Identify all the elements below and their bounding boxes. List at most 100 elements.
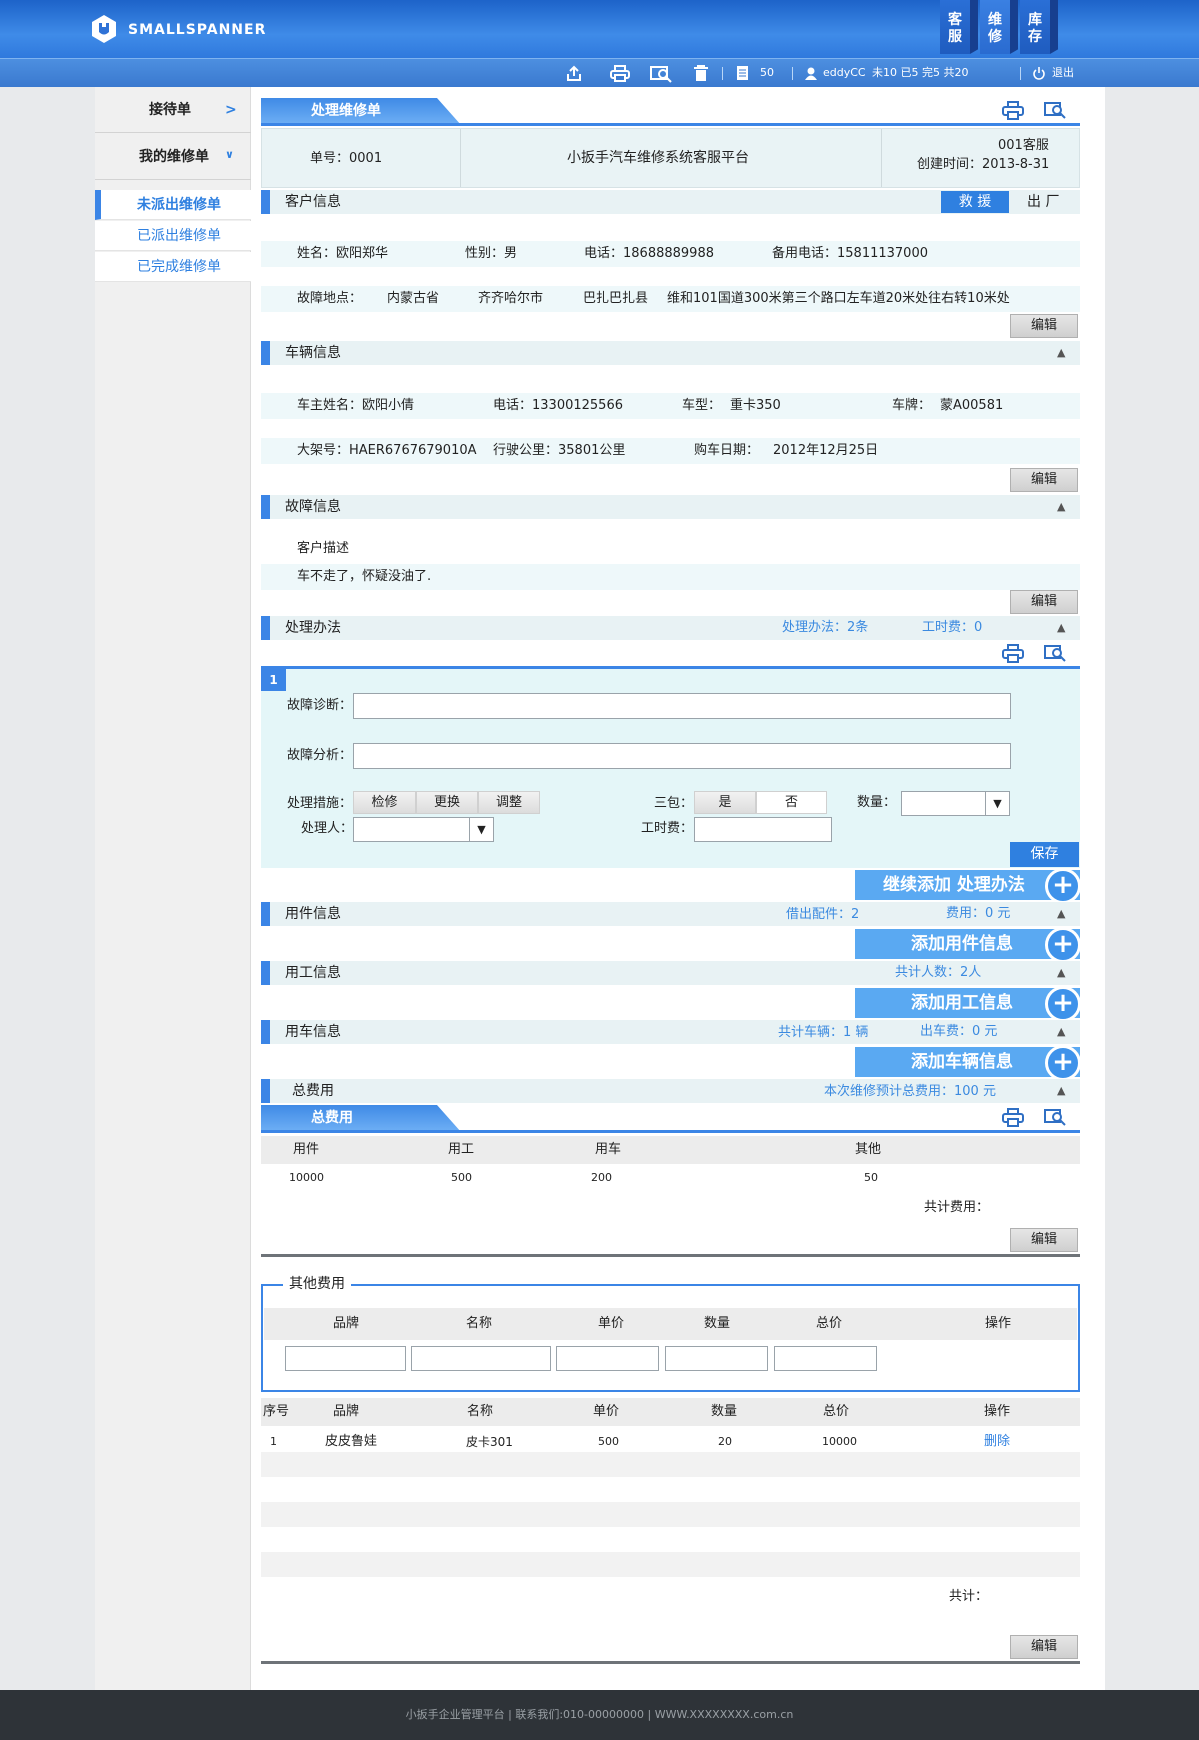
other-total-input[interactable] (774, 1346, 877, 1371)
method-fee: 工时费：0 (922, 620, 983, 635)
trash-icon[interactable] (693, 64, 709, 82)
collapse-icon[interactable]: ▲ (1057, 1025, 1065, 1038)
labor-fee-input[interactable] (694, 817, 832, 842)
dropdown-icon: ▼ (469, 818, 493, 841)
logout-link[interactable]: 退出 (1052, 63, 1074, 83)
dropdown-icon: ▼ (985, 792, 1009, 815)
other-header: 名称 (466, 1316, 493, 1331)
sidebar: 接待单 > 我的维修单 ∨ 未派出维修单 已派出维修单 已完成维修单 (95, 87, 251, 1690)
rescue-button[interactable]: 救 援 (941, 191, 1009, 213)
vehicle-vin: 大架号：HAER6767679010A (297, 443, 477, 458)
topnav-label: 库 存 (1028, 12, 1042, 45)
other-edit-button[interactable]: 编辑 (1010, 1635, 1078, 1659)
topnav-customer-service[interactable]: 客 服 (940, 0, 970, 54)
other-name-input[interactable] (411, 1346, 551, 1371)
total-section-title: 总费用 (292, 1083, 334, 1099)
plus-icon[interactable]: + (1045, 986, 1081, 1022)
created-time: 创建时间：2013-8-31 (917, 157, 1050, 172)
print-icon[interactable] (1002, 1108, 1024, 1128)
owner-phone: 电话：13300125566 (493, 398, 623, 413)
car-fee: 出车费：0 元 (920, 1024, 998, 1039)
sidebar-item-undispatched[interactable]: 未派出维修单 (95, 190, 251, 220)
tab-underline (261, 1130, 1080, 1133)
plus-icon[interactable]: + (1045, 868, 1081, 904)
other-price-input[interactable] (556, 1346, 659, 1371)
chevron-down-icon: ∨ (225, 148, 234, 161)
document-icon[interactable] (736, 65, 750, 81)
leave-button[interactable]: 出 厂 (1027, 192, 1059, 212)
list-row-no: 1 (270, 1435, 277, 1448)
model-label: 车型： (682, 398, 722, 413)
other-header: 品牌 (333, 1316, 360, 1331)
divider (881, 129, 882, 187)
plate-label: 车牌： (892, 398, 932, 413)
method-index: 1 (261, 669, 286, 691)
handler-select[interactable]: ▼ (353, 817, 494, 842)
measure-label: 处理措施： (287, 796, 353, 811)
total-edit-button[interactable]: 编辑 (1010, 1228, 1078, 1252)
print-icon[interactable] (610, 65, 630, 82)
vehicle-edit-button[interactable]: 编辑 (1010, 468, 1078, 492)
labor-people: 共计人数：2人 (895, 965, 982, 980)
fault-desc-label: 客户描述 (297, 541, 350, 556)
topnav-repair[interactable]: 维 修 (980, 0, 1010, 54)
customer-edit-button[interactable]: 编辑 (1010, 314, 1078, 338)
preview-icon[interactable] (650, 64, 672, 83)
total-tab-header: 总费用 (261, 1105, 1080, 1133)
topnav-label: 维 修 (988, 12, 1002, 45)
preview-icon[interactable] (1044, 100, 1066, 120)
power-icon[interactable] (1033, 67, 1045, 80)
topnav-inventory[interactable]: 库 存 (1020, 0, 1050, 54)
diag-input[interactable] (353, 693, 1011, 719)
warranty-yes-button[interactable]: 是 (694, 791, 756, 814)
measure-inspect-button[interactable]: 检修 (353, 791, 416, 814)
total-header: 用车 (595, 1142, 622, 1157)
total-tab-label[interactable]: 总费用 (261, 1105, 461, 1132)
list-row-qty: 20 (718, 1435, 732, 1448)
print-icon[interactable] (1002, 101, 1024, 121)
sidebar-reception[interactable]: 接待单 > (95, 87, 251, 133)
collapse-icon[interactable]: ▲ (1057, 966, 1065, 979)
measure-replace-button[interactable]: 更换 (416, 791, 478, 814)
sidebar-item-completed[interactable]: 已完成维修单 (95, 252, 251, 282)
logo-icon (92, 15, 116, 43)
upload-icon[interactable] (565, 65, 583, 82)
location-city: 齐齐哈尔市 (478, 291, 544, 306)
qty-select[interactable]: ▼ (901, 791, 1010, 816)
method-save-button[interactable]: 保存 (1010, 842, 1079, 867)
sidebar-my-orders[interactable]: 我的维修单 ∨ (95, 134, 251, 180)
measure-adjust-button[interactable]: 调整 (478, 791, 540, 814)
collapse-icon[interactable]: ▲ (1057, 500, 1065, 513)
fault-edit-button[interactable]: 编辑 (1010, 590, 1078, 614)
plus-icon[interactable]: + (1045, 1045, 1081, 1081)
list-header: 品牌 (333, 1404, 360, 1419)
plus-icon[interactable]: + (1045, 927, 1081, 963)
list-row-delete-link[interactable]: 删除 (984, 1432, 1010, 1452)
print-icon[interactable] (1002, 644, 1024, 664)
section-marker (261, 495, 270, 519)
section-marker (261, 341, 270, 365)
preview-icon[interactable] (1044, 643, 1066, 663)
collapse-icon[interactable]: ▲ (1057, 907, 1065, 920)
list-row-brand: 皮皮鲁娃 (325, 1434, 378, 1449)
warranty-no-button[interactable]: 否 (756, 791, 827, 814)
topnav-label: 客 服 (948, 12, 962, 45)
preview-icon[interactable] (1044, 1107, 1066, 1127)
section-marker (261, 1020, 270, 1044)
purchase-date: 2012年12月25日 (773, 443, 879, 458)
analysis-input[interactable] (353, 743, 1011, 769)
collapse-icon[interactable]: ▲ (1057, 621, 1065, 634)
toolbar-user[interactable]: eddyCC (823, 63, 866, 83)
section-marker (261, 902, 270, 926)
other-brand-input[interactable] (285, 1346, 406, 1371)
other-header: 操作 (985, 1316, 1012, 1331)
other-qty-input[interactable] (665, 1346, 768, 1371)
sidebar-item-label: 已派出维修单 (137, 228, 221, 244)
purchase-label: 购车日期： (694, 443, 760, 458)
order-tab-label[interactable]: 处理维修单 (261, 98, 461, 125)
sidebar-item-dispatched[interactable]: 已派出维修单 (95, 221, 251, 251)
page-margin-left (0, 87, 95, 1690)
collapse-icon[interactable]: ▲ (1057, 1084, 1065, 1097)
collapse-icon[interactable]: ▲ (1057, 346, 1065, 359)
list-header: 操作 (984, 1404, 1011, 1419)
